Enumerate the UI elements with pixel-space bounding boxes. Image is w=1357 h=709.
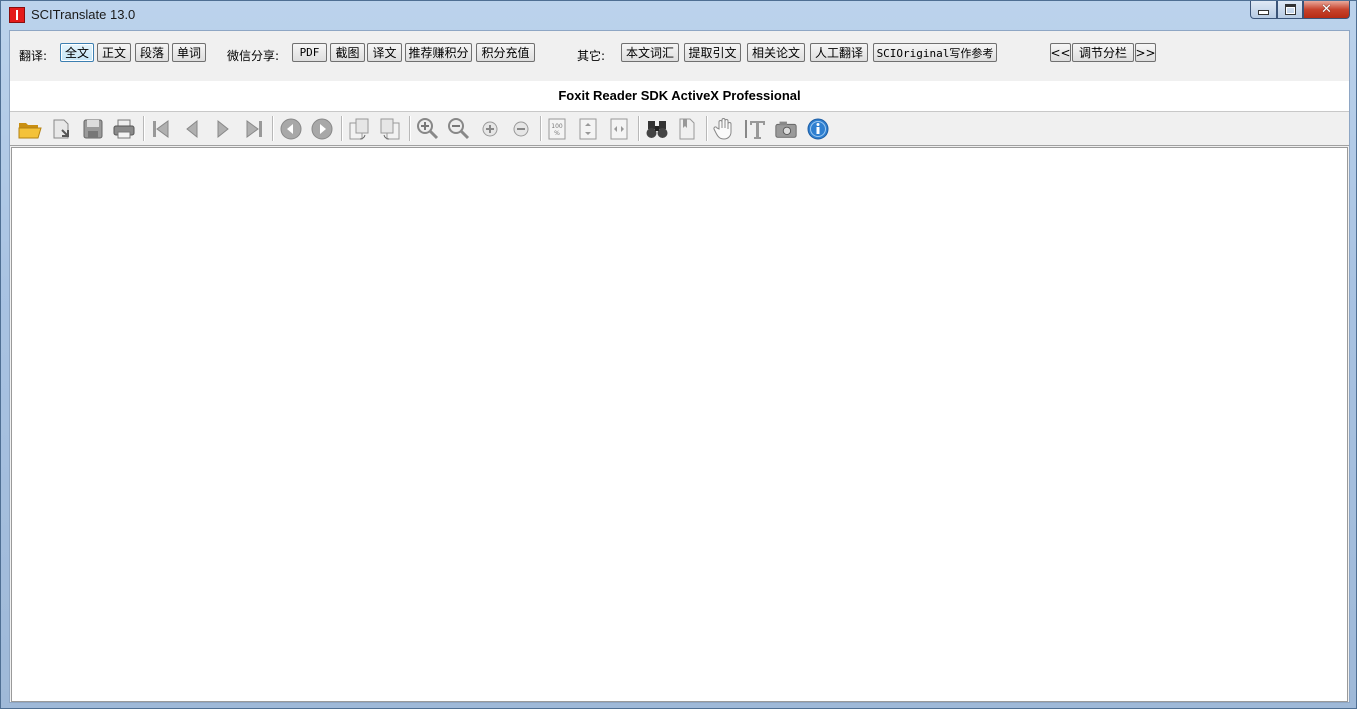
prev-column-button[interactable]: <<	[1050, 43, 1071, 62]
app-window: SCITranslate 13.0 ✕ 翻译: 全文 正文 段落 单词 微信分享…	[0, 0, 1357, 709]
close-icon: ✕	[1321, 2, 1332, 17]
svg-text:%: %	[554, 130, 560, 137]
article-vocabulary-button[interactable]: 本文词汇	[621, 43, 679, 62]
app-logo-icon	[9, 7, 25, 23]
rotate-left-icon[interactable]	[347, 117, 371, 141]
translate-paragraph-button[interactable]: 段落	[135, 43, 169, 62]
minimize-icon	[1258, 10, 1269, 15]
pdf-toolbar: 100%	[10, 112, 1349, 146]
maximize-icon	[1284, 4, 1296, 15]
maximize-button[interactable]	[1277, 1, 1303, 19]
find-icon[interactable]	[645, 117, 669, 141]
share-translation-button[interactable]: 译文	[367, 43, 402, 62]
wechat-share-label: 微信分享:	[227, 49, 280, 63]
minimize-button[interactable]	[1250, 1, 1277, 19]
viewer-title: Foxit Reader SDK ActiveX Professional	[10, 81, 1349, 112]
adjust-columns-button[interactable]: 调节分栏	[1072, 43, 1134, 62]
snapshot-icon[interactable]	[774, 117, 798, 141]
zoom-in-icon[interactable]	[416, 117, 440, 141]
fit-width-icon[interactable]	[607, 117, 631, 141]
bookmark-icon[interactable]	[675, 117, 699, 141]
human-translation-button[interactable]: 人工翻译	[810, 43, 868, 62]
info-icon[interactable]	[806, 117, 830, 141]
previous-page-icon[interactable]	[180, 117, 204, 141]
print-icon[interactable]	[112, 117, 136, 141]
window-title: SCITranslate 13.0	[31, 7, 136, 22]
open-file-icon[interactable]	[50, 117, 74, 141]
command-bar: 翻译: 全文 正文 段落 单词 微信分享: PDF 截图 译文 推荐赚积分 积分…	[10, 31, 1349, 81]
svg-text:100: 100	[551, 123, 563, 130]
points-recharge-button[interactable]: 积分充值	[476, 43, 535, 62]
actual-size-icon[interactable]: 100%	[545, 117, 569, 141]
forward-icon[interactable]	[310, 117, 334, 141]
translate-label: 翻译:	[19, 49, 48, 63]
document-view[interactable]	[11, 147, 1348, 702]
close-button[interactable]: ✕	[1303, 1, 1350, 19]
translate-full-button[interactable]: 全文	[60, 43, 94, 62]
sci-original-writing-button[interactable]: SCIOriginal写作参考	[873, 43, 997, 62]
client-area: 翻译: 全文 正文 段落 单词 微信分享: PDF 截图 译文 推荐赚积分 积分…	[9, 30, 1350, 703]
title-bar[interactable]: SCITranslate 13.0 ✕	[1, 1, 1356, 29]
hand-tool-icon[interactable]	[712, 117, 736, 141]
first-page-icon[interactable]	[149, 117, 173, 141]
rotate-right-icon[interactable]	[378, 117, 402, 141]
back-icon[interactable]	[279, 117, 303, 141]
recommend-earn-points-button[interactable]: 推荐赚积分	[405, 43, 472, 62]
share-screenshot-button[interactable]: 截图	[330, 43, 365, 62]
related-papers-button[interactable]: 相关论文	[747, 43, 805, 62]
open-folder-icon[interactable]	[18, 117, 42, 141]
fit-page-icon[interactable]	[576, 117, 600, 141]
zoom-out-small-icon[interactable]	[509, 117, 533, 141]
zoom-in-small-icon[interactable]	[478, 117, 502, 141]
translate-body-button[interactable]: 正文	[97, 43, 131, 62]
other-label: 其它:	[577, 49, 606, 63]
next-page-icon[interactable]	[211, 117, 235, 141]
last-page-icon[interactable]	[242, 117, 266, 141]
text-select-icon[interactable]	[743, 117, 767, 141]
extract-citations-button[interactable]: 提取引文	[684, 43, 741, 62]
zoom-out-icon[interactable]	[447, 117, 471, 141]
share-pdf-button[interactable]: PDF	[292, 43, 327, 62]
next-column-button[interactable]: >>	[1135, 43, 1156, 62]
save-icon[interactable]	[81, 117, 105, 141]
translate-word-button[interactable]: 单词	[172, 43, 206, 62]
